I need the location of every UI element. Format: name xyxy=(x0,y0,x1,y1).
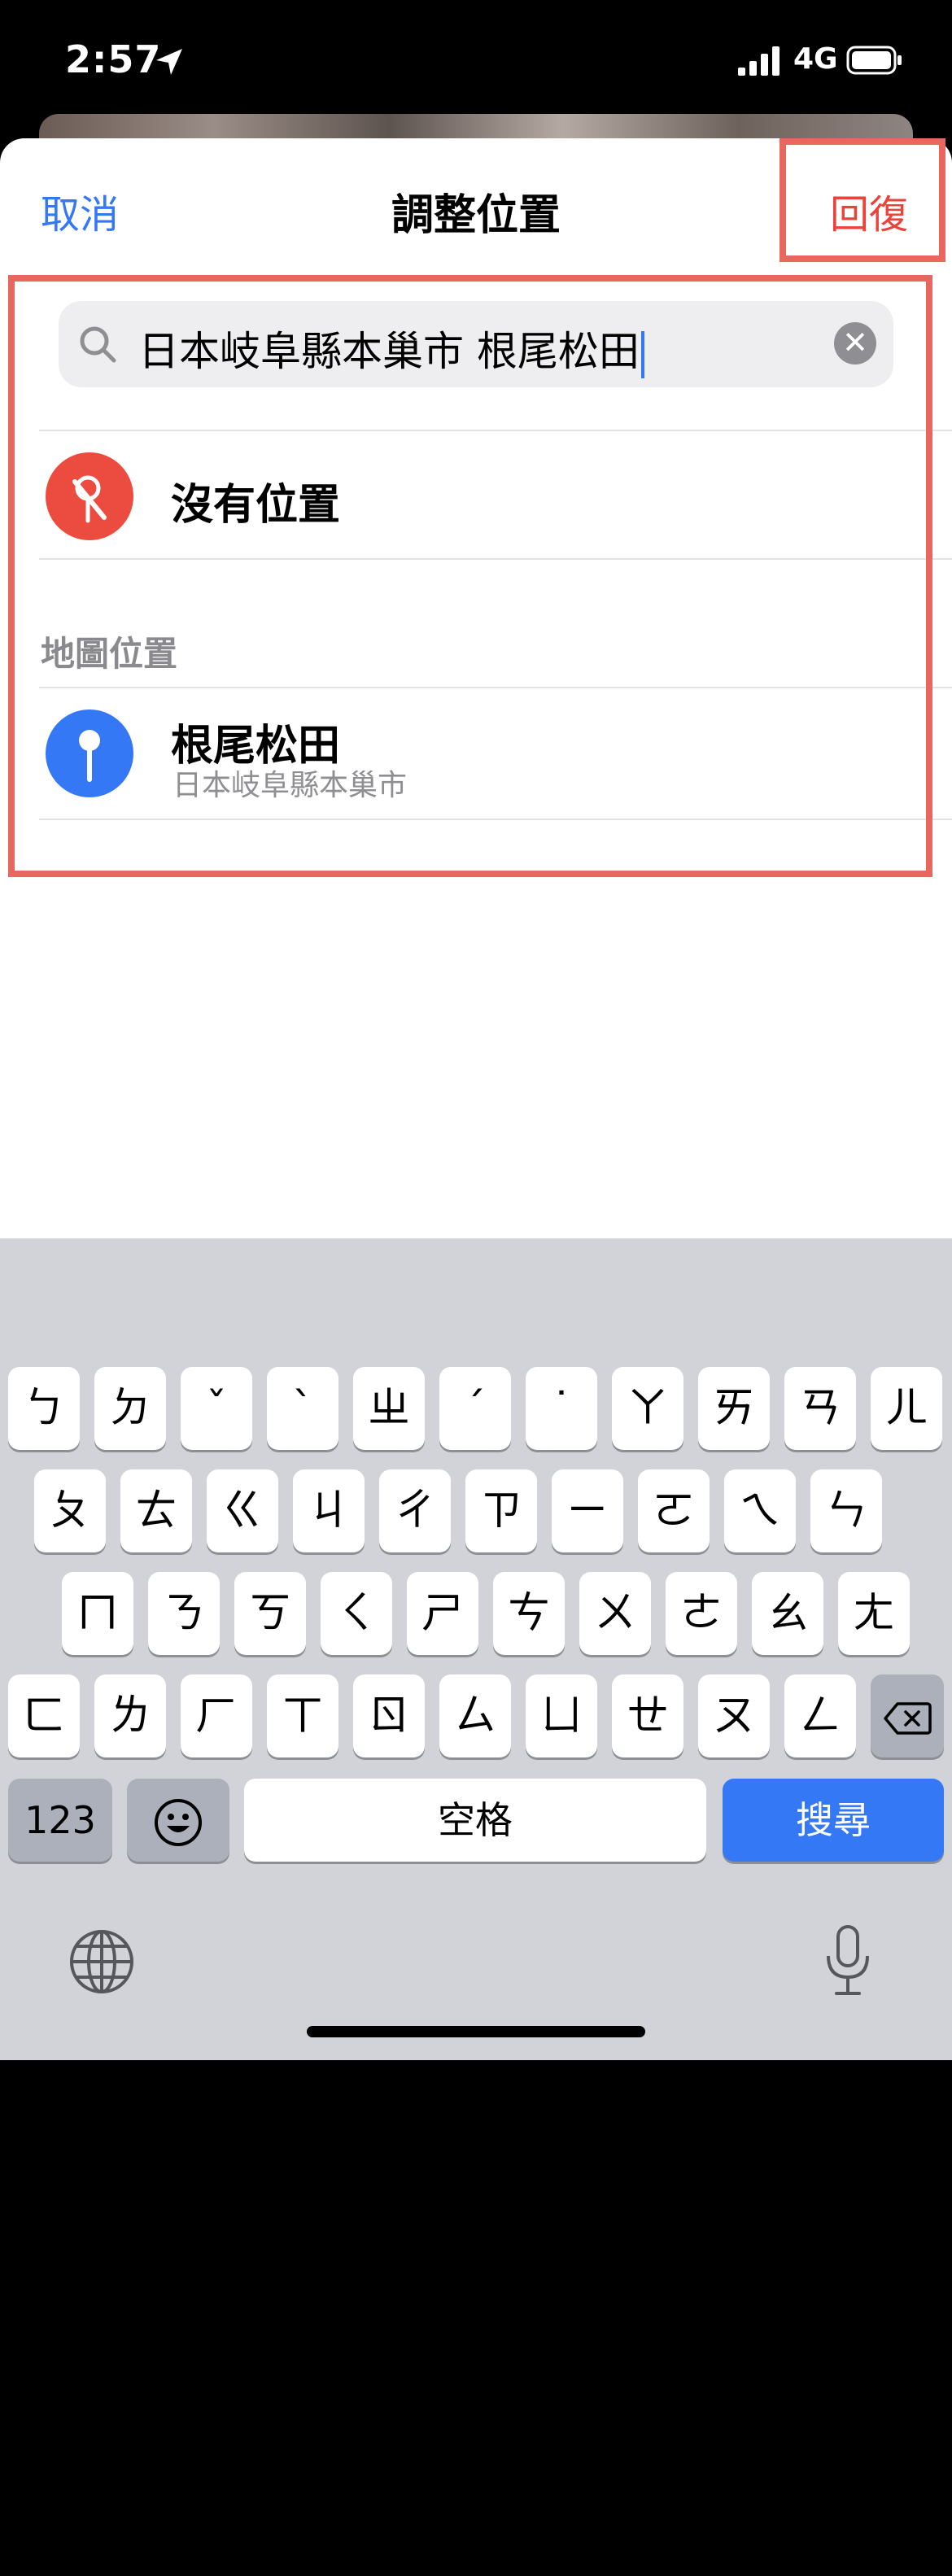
key[interactable]: ㄖ xyxy=(353,1674,425,1757)
key[interactable]: ㄟ xyxy=(724,1469,796,1552)
key[interactable]: ㄉ xyxy=(94,1367,166,1450)
key[interactable]: ㄅ xyxy=(8,1367,80,1450)
key[interactable]: ㄜ xyxy=(666,1572,737,1655)
key[interactable]: ㄑ xyxy=(321,1572,392,1655)
key[interactable]: ㄩ xyxy=(526,1674,597,1757)
network-label: 4G xyxy=(793,42,838,76)
microphone-icon[interactable] xyxy=(822,1923,874,1998)
location-arrow-icon xyxy=(156,49,182,75)
key[interactable]: ㄘ xyxy=(493,1572,565,1655)
key[interactable]: ㄣ xyxy=(810,1469,882,1552)
key[interactable]: ㄆ xyxy=(34,1469,106,1552)
candidate-item[interactable]: 的 xyxy=(228,2508,275,2576)
key[interactable]: ㄒ xyxy=(267,1674,338,1757)
key[interactable]: ㄙ xyxy=(439,1674,511,1757)
highlight-box-search-results xyxy=(8,275,932,877)
key[interactable]: ˙ xyxy=(526,1367,597,1450)
key[interactable]: ˇ xyxy=(181,1367,252,1450)
search-key[interactable]: 搜尋 xyxy=(723,1779,944,1862)
key[interactable]: ㄐ xyxy=(293,1469,365,1552)
key[interactable]: ㄋ xyxy=(148,1572,220,1655)
key[interactable]: ˊ xyxy=(439,1367,511,1450)
key[interactable]: ˋ xyxy=(267,1367,338,1450)
candidate-item[interactable]: 崗 xyxy=(129,2508,176,2576)
globe-icon[interactable] xyxy=(68,1928,135,1995)
delete-icon xyxy=(884,1702,932,1735)
emoji-key[interactable] xyxy=(127,1779,229,1862)
candidate-item[interactable]: 裏 xyxy=(329,2508,376,2576)
key[interactable]: ㄔ xyxy=(379,1469,451,1552)
key[interactable]: ㄗ xyxy=(465,1469,537,1552)
key[interactable]: ㄨ xyxy=(579,1572,651,1655)
key[interactable]: ㄕ xyxy=(407,1572,478,1655)
key[interactable]: ㄞ xyxy=(698,1367,770,1450)
numbers-key[interactable]: 123 xyxy=(8,1779,112,1862)
status-time: 2:57 xyxy=(65,37,162,81)
key[interactable]: ㄤ xyxy=(838,1572,910,1655)
key[interactable]: ㄍ xyxy=(207,1469,278,1552)
key[interactable]: ㄡ xyxy=(698,1674,770,1757)
key[interactable]: ㄦ xyxy=(871,1367,942,1450)
key[interactable]: ㄏ xyxy=(181,1674,252,1757)
space-key[interactable]: 空格 xyxy=(244,1779,706,1862)
emoji-icon xyxy=(155,1799,202,1846)
key[interactable]: ㄢ xyxy=(784,1367,856,1450)
delete-key[interactable] xyxy=(871,1674,944,1757)
key[interactable]: ㄛ xyxy=(638,1469,710,1552)
key[interactable]: ㄚ xyxy=(612,1367,683,1450)
battery-icon xyxy=(846,46,902,75)
key[interactable]: ㄇ xyxy=(62,1572,133,1655)
signal-icon xyxy=(738,46,780,76)
status-bar: 2:57 4G xyxy=(0,0,952,122)
key[interactable]: ㄌ xyxy=(94,1674,166,1757)
key[interactable]: ㄓ xyxy=(353,1367,425,1450)
key[interactable]: ㄎ xyxy=(234,1572,306,1655)
key[interactable]: ㄝ xyxy=(612,1674,683,1757)
candidate-item[interactable]: 龍 xyxy=(26,2508,73,2576)
candidate-bar: 龍 崗 的 裏 間 國 xyxy=(0,1238,952,2574)
candidate-item[interactable]: 間 xyxy=(428,2508,475,2576)
key[interactable]: ㄧ xyxy=(552,1469,623,1552)
candidate-item[interactable]: 國 xyxy=(529,2508,576,2576)
key[interactable]: ㄈ xyxy=(8,1674,80,1757)
home-indicator[interactable] xyxy=(307,2026,645,2037)
highlight-box-revert xyxy=(780,138,945,262)
key[interactable]: ㄠ xyxy=(752,1572,823,1655)
key[interactable]: ㄥ xyxy=(784,1674,856,1757)
key[interactable]: ㄊ xyxy=(120,1469,192,1552)
